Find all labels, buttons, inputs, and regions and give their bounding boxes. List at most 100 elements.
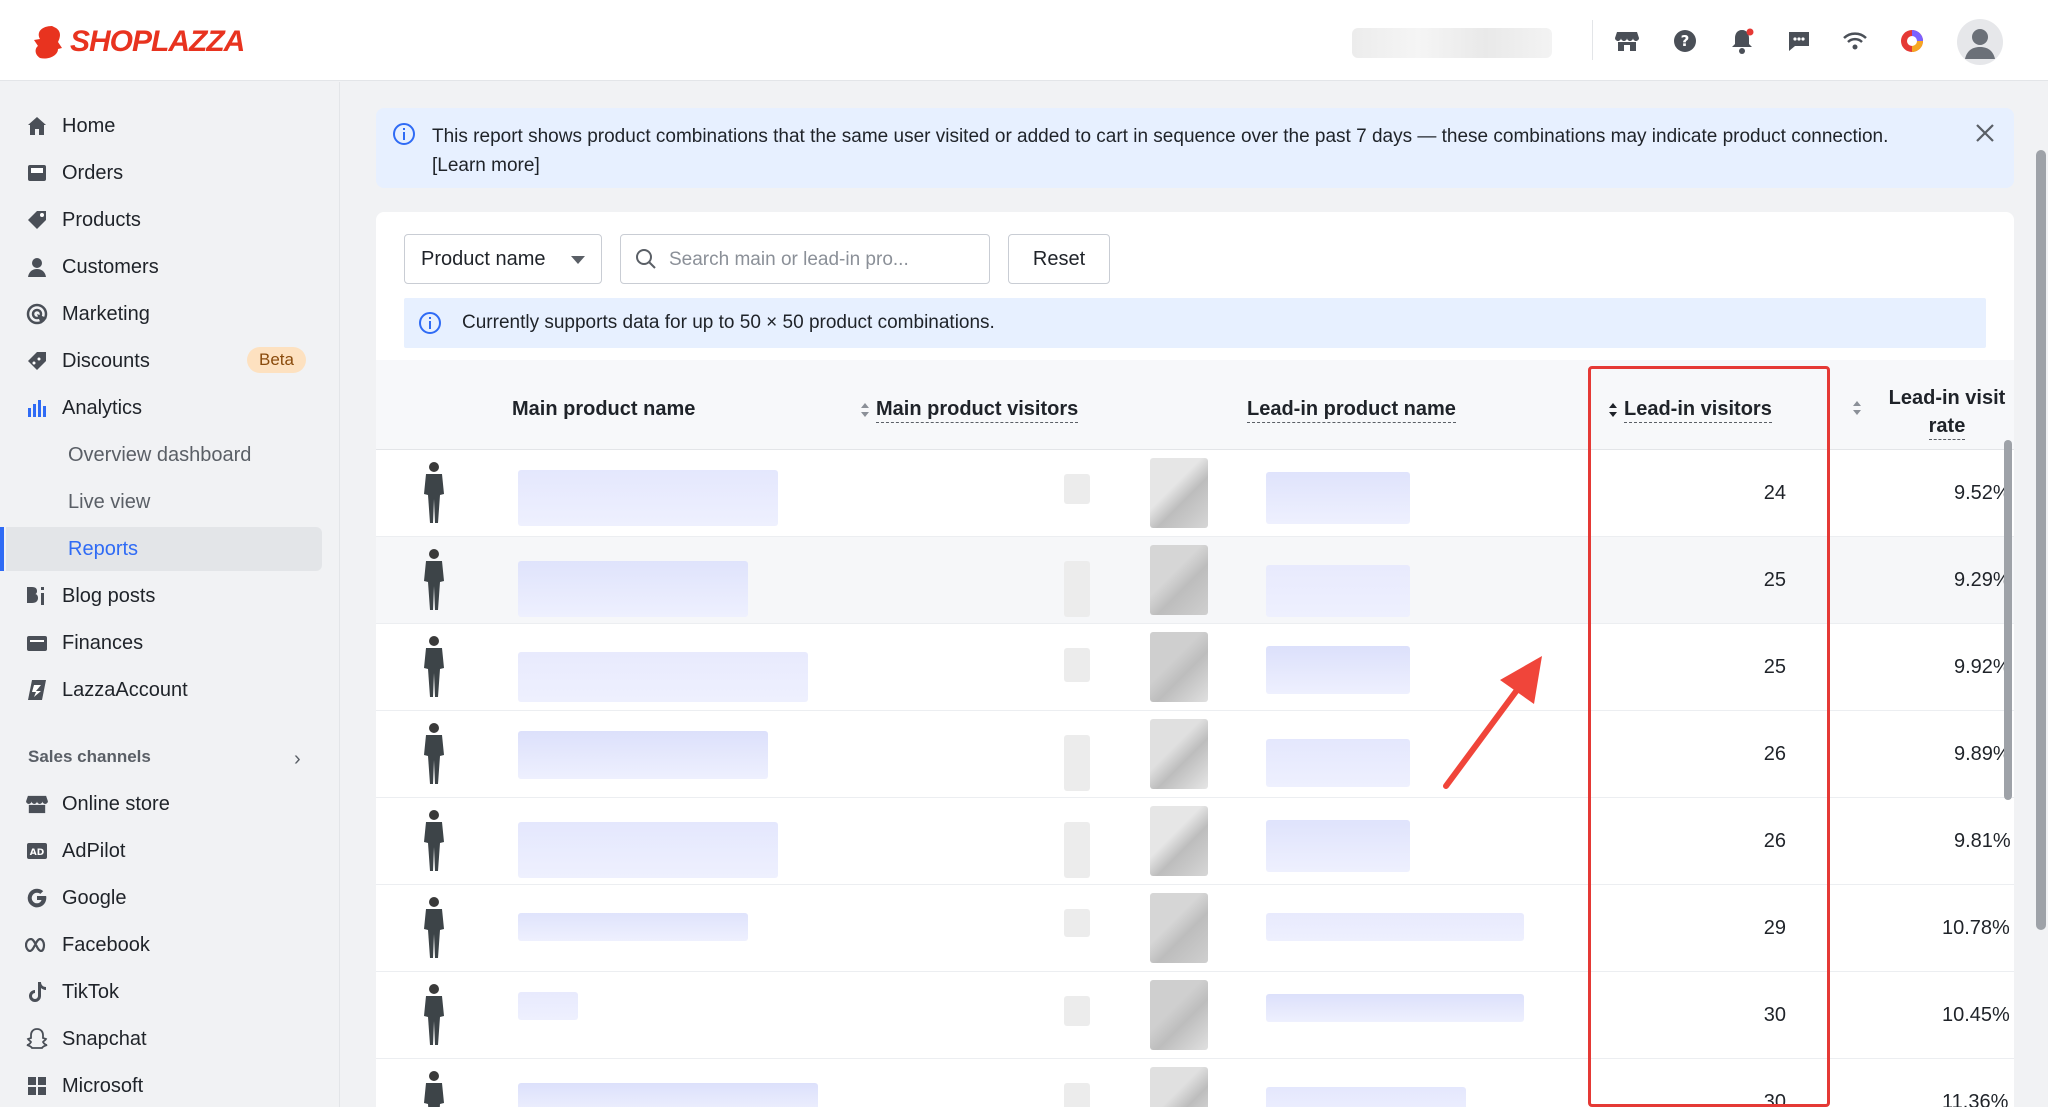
home-icon bbox=[24, 113, 50, 139]
shoplazza-logo[interactable]: SHOPLAZZA bbox=[32, 24, 245, 60]
sidebar-item-products[interactable]: Products bbox=[0, 198, 340, 242]
target-icon bbox=[24, 301, 50, 327]
sidebar-item-analytics[interactable]: Analytics bbox=[0, 386, 340, 430]
main-product-name-blurred[interactable] bbox=[518, 992, 578, 1020]
sidebar-item-label: Discounts bbox=[62, 349, 150, 372]
sidebar-item-lazzaaccount[interactable]: LazzaAccount bbox=[0, 668, 340, 712]
main-visitors-blurred bbox=[1064, 909, 1090, 937]
lead-in-product-name-blurred[interactable] bbox=[1266, 994, 1524, 1022]
lead-in-thumbnail-blurred bbox=[1150, 980, 1208, 1050]
bell-icon[interactable] bbox=[1727, 26, 1757, 56]
search-input[interactable] bbox=[669, 245, 979, 275]
lead-in-rate-cell: 10.45% bbox=[1942, 1004, 2010, 1026]
notice-text: Currently supports data for up to 50 × 5… bbox=[462, 312, 995, 333]
col-lead-in-product-name: Lead-in product name bbox=[1247, 398, 1456, 423]
sidebar-item-finances[interactable]: Finances bbox=[0, 621, 340, 665]
store-name-blurred[interactable] bbox=[1352, 28, 1552, 58]
svg-text:?: ? bbox=[1681, 32, 1690, 50]
lead-in-product-name-blurred[interactable] bbox=[1266, 913, 1524, 941]
sidebar-item-label: Snapchat bbox=[62, 1027, 147, 1050]
sidebar-item-live-view[interactable]: Live view bbox=[0, 480, 340, 524]
sidebar-item-tiktok[interactable]: TikTok bbox=[0, 970, 340, 1014]
col-lead-in-visit-rate[interactable]: Lead-in visit rate bbox=[1882, 384, 2012, 440]
info-banner: This report shows product combinations t… bbox=[376, 108, 2014, 188]
sidebar-item-overview-dashboard[interactable]: Overview dashboard bbox=[0, 433, 340, 477]
sort-icon[interactable] bbox=[1852, 400, 1862, 416]
caret-down-icon bbox=[571, 256, 585, 264]
sidebar-item-google[interactable]: Google bbox=[0, 876, 340, 920]
sidebar-item-label: Online store bbox=[62, 792, 170, 815]
sidebar-item-reports[interactable]: Reports bbox=[6, 527, 322, 571]
sidebar-item-snapchat[interactable]: Snapchat bbox=[0, 1017, 340, 1061]
logo-mark-icon bbox=[34, 26, 62, 59]
main-visitors-blurred bbox=[1064, 561, 1090, 617]
avatar[interactable] bbox=[1957, 19, 2003, 65]
sidebar-item-microsoft[interactable]: Microsoft bbox=[0, 1064, 340, 1107]
lead-in-product-name-blurred[interactable] bbox=[1266, 820, 1410, 872]
help-icon[interactable]: ? bbox=[1670, 26, 1700, 56]
logo-text: SHOPLAZZA bbox=[70, 25, 245, 58]
page-scrollbar[interactable] bbox=[2036, 150, 2046, 930]
store-icon[interactable] bbox=[1612, 26, 1642, 56]
sidebar-item-home[interactable]: Home bbox=[0, 104, 340, 148]
main-visitors-blurred bbox=[1064, 735, 1090, 791]
main-visitors-blurred bbox=[1064, 648, 1090, 682]
search-box[interactable] bbox=[620, 234, 990, 284]
sales-channels-heading: Sales channels bbox=[28, 747, 151, 766]
product-thumbnail bbox=[412, 895, 456, 959]
product-thumbnail bbox=[412, 634, 456, 698]
chevron-right-icon[interactable]: › bbox=[294, 748, 301, 771]
reset-button[interactable]: Reset bbox=[1008, 234, 1110, 284]
orders-icon bbox=[24, 160, 50, 186]
lead-in-thumbnail-blurred bbox=[1150, 545, 1208, 615]
ghost-icon bbox=[24, 1026, 50, 1052]
lead-in-product-name-blurred[interactable] bbox=[1266, 646, 1410, 694]
windows-icon bbox=[24, 1073, 50, 1099]
chat-icon[interactable] bbox=[1784, 26, 1814, 56]
sidebar-item-label: Finances bbox=[62, 631, 144, 654]
main-product-name-blurred[interactable] bbox=[518, 652, 808, 702]
lead-in-product-name-blurred[interactable] bbox=[1266, 739, 1410, 787]
sidebar-item-facebook[interactable]: Facebook bbox=[0, 923, 340, 967]
field-select[interactable]: Product name bbox=[404, 234, 602, 284]
sidebar-item-label: Google bbox=[62, 886, 127, 909]
sidebar-item-label: TikTok bbox=[62, 980, 120, 1003]
main-product-name-blurred[interactable] bbox=[518, 1083, 818, 1107]
col-main-product-visitors[interactable]: Main product visitors bbox=[860, 398, 1079, 423]
sidebar-item-customers[interactable]: Customers bbox=[0, 245, 340, 289]
lead-in-thumbnail-blurred bbox=[1150, 632, 1208, 702]
top-bar: SHOPLAZZA ? bbox=[0, 0, 2048, 81]
tag-icon bbox=[24, 207, 50, 233]
lead-in-product-name-blurred[interactable] bbox=[1266, 1087, 1466, 1107]
main-visitors-blurred bbox=[1064, 1083, 1090, 1107]
color-wheel-icon[interactable] bbox=[1897, 26, 1927, 56]
main-product-name-blurred[interactable] bbox=[518, 561, 748, 617]
info-icon bbox=[393, 123, 415, 145]
banner-text: This report shows product combinations t… bbox=[432, 126, 1889, 176]
product-thumbnail bbox=[412, 1069, 456, 1107]
product-thumbnail bbox=[412, 721, 456, 785]
main-product-name-blurred[interactable] bbox=[518, 913, 748, 941]
main-product-name-blurred[interactable] bbox=[518, 470, 778, 526]
store-icon bbox=[24, 791, 50, 817]
lead-in-rate-cell: 9.81% bbox=[1954, 830, 2011, 852]
table-scrollbar[interactable] bbox=[2004, 440, 2012, 800]
main-product-name-blurred[interactable] bbox=[518, 822, 778, 878]
sidebar-item-marketing[interactable]: Marketing bbox=[0, 292, 340, 336]
lead-in-product-name-blurred[interactable] bbox=[1266, 565, 1410, 617]
sidebar-item-blog-posts[interactable]: Blog posts bbox=[0, 574, 340, 618]
sidebar-item-label: Live view bbox=[68, 490, 151, 513]
sidebar-item-online-store[interactable]: Online store bbox=[0, 782, 340, 826]
wifi-icon[interactable] bbox=[1840, 26, 1870, 56]
sidebar-item-label: LazzaAccount bbox=[62, 678, 188, 701]
main-product-name-blurred[interactable] bbox=[518, 731, 768, 779]
lead-in-product-name-blurred[interactable] bbox=[1266, 472, 1410, 524]
close-icon[interactable] bbox=[1974, 122, 1996, 144]
sidebar-item-orders[interactable]: Orders bbox=[0, 151, 340, 195]
main-visitors-blurred bbox=[1064, 474, 1090, 504]
sidebar-item-adpilot[interactable]: AD AdPilot bbox=[0, 829, 340, 873]
sidebar-item-label: AdPilot bbox=[62, 839, 126, 862]
info-icon bbox=[419, 312, 441, 334]
discount-icon bbox=[24, 348, 50, 374]
sidebar-item-label: Orders bbox=[62, 161, 124, 184]
